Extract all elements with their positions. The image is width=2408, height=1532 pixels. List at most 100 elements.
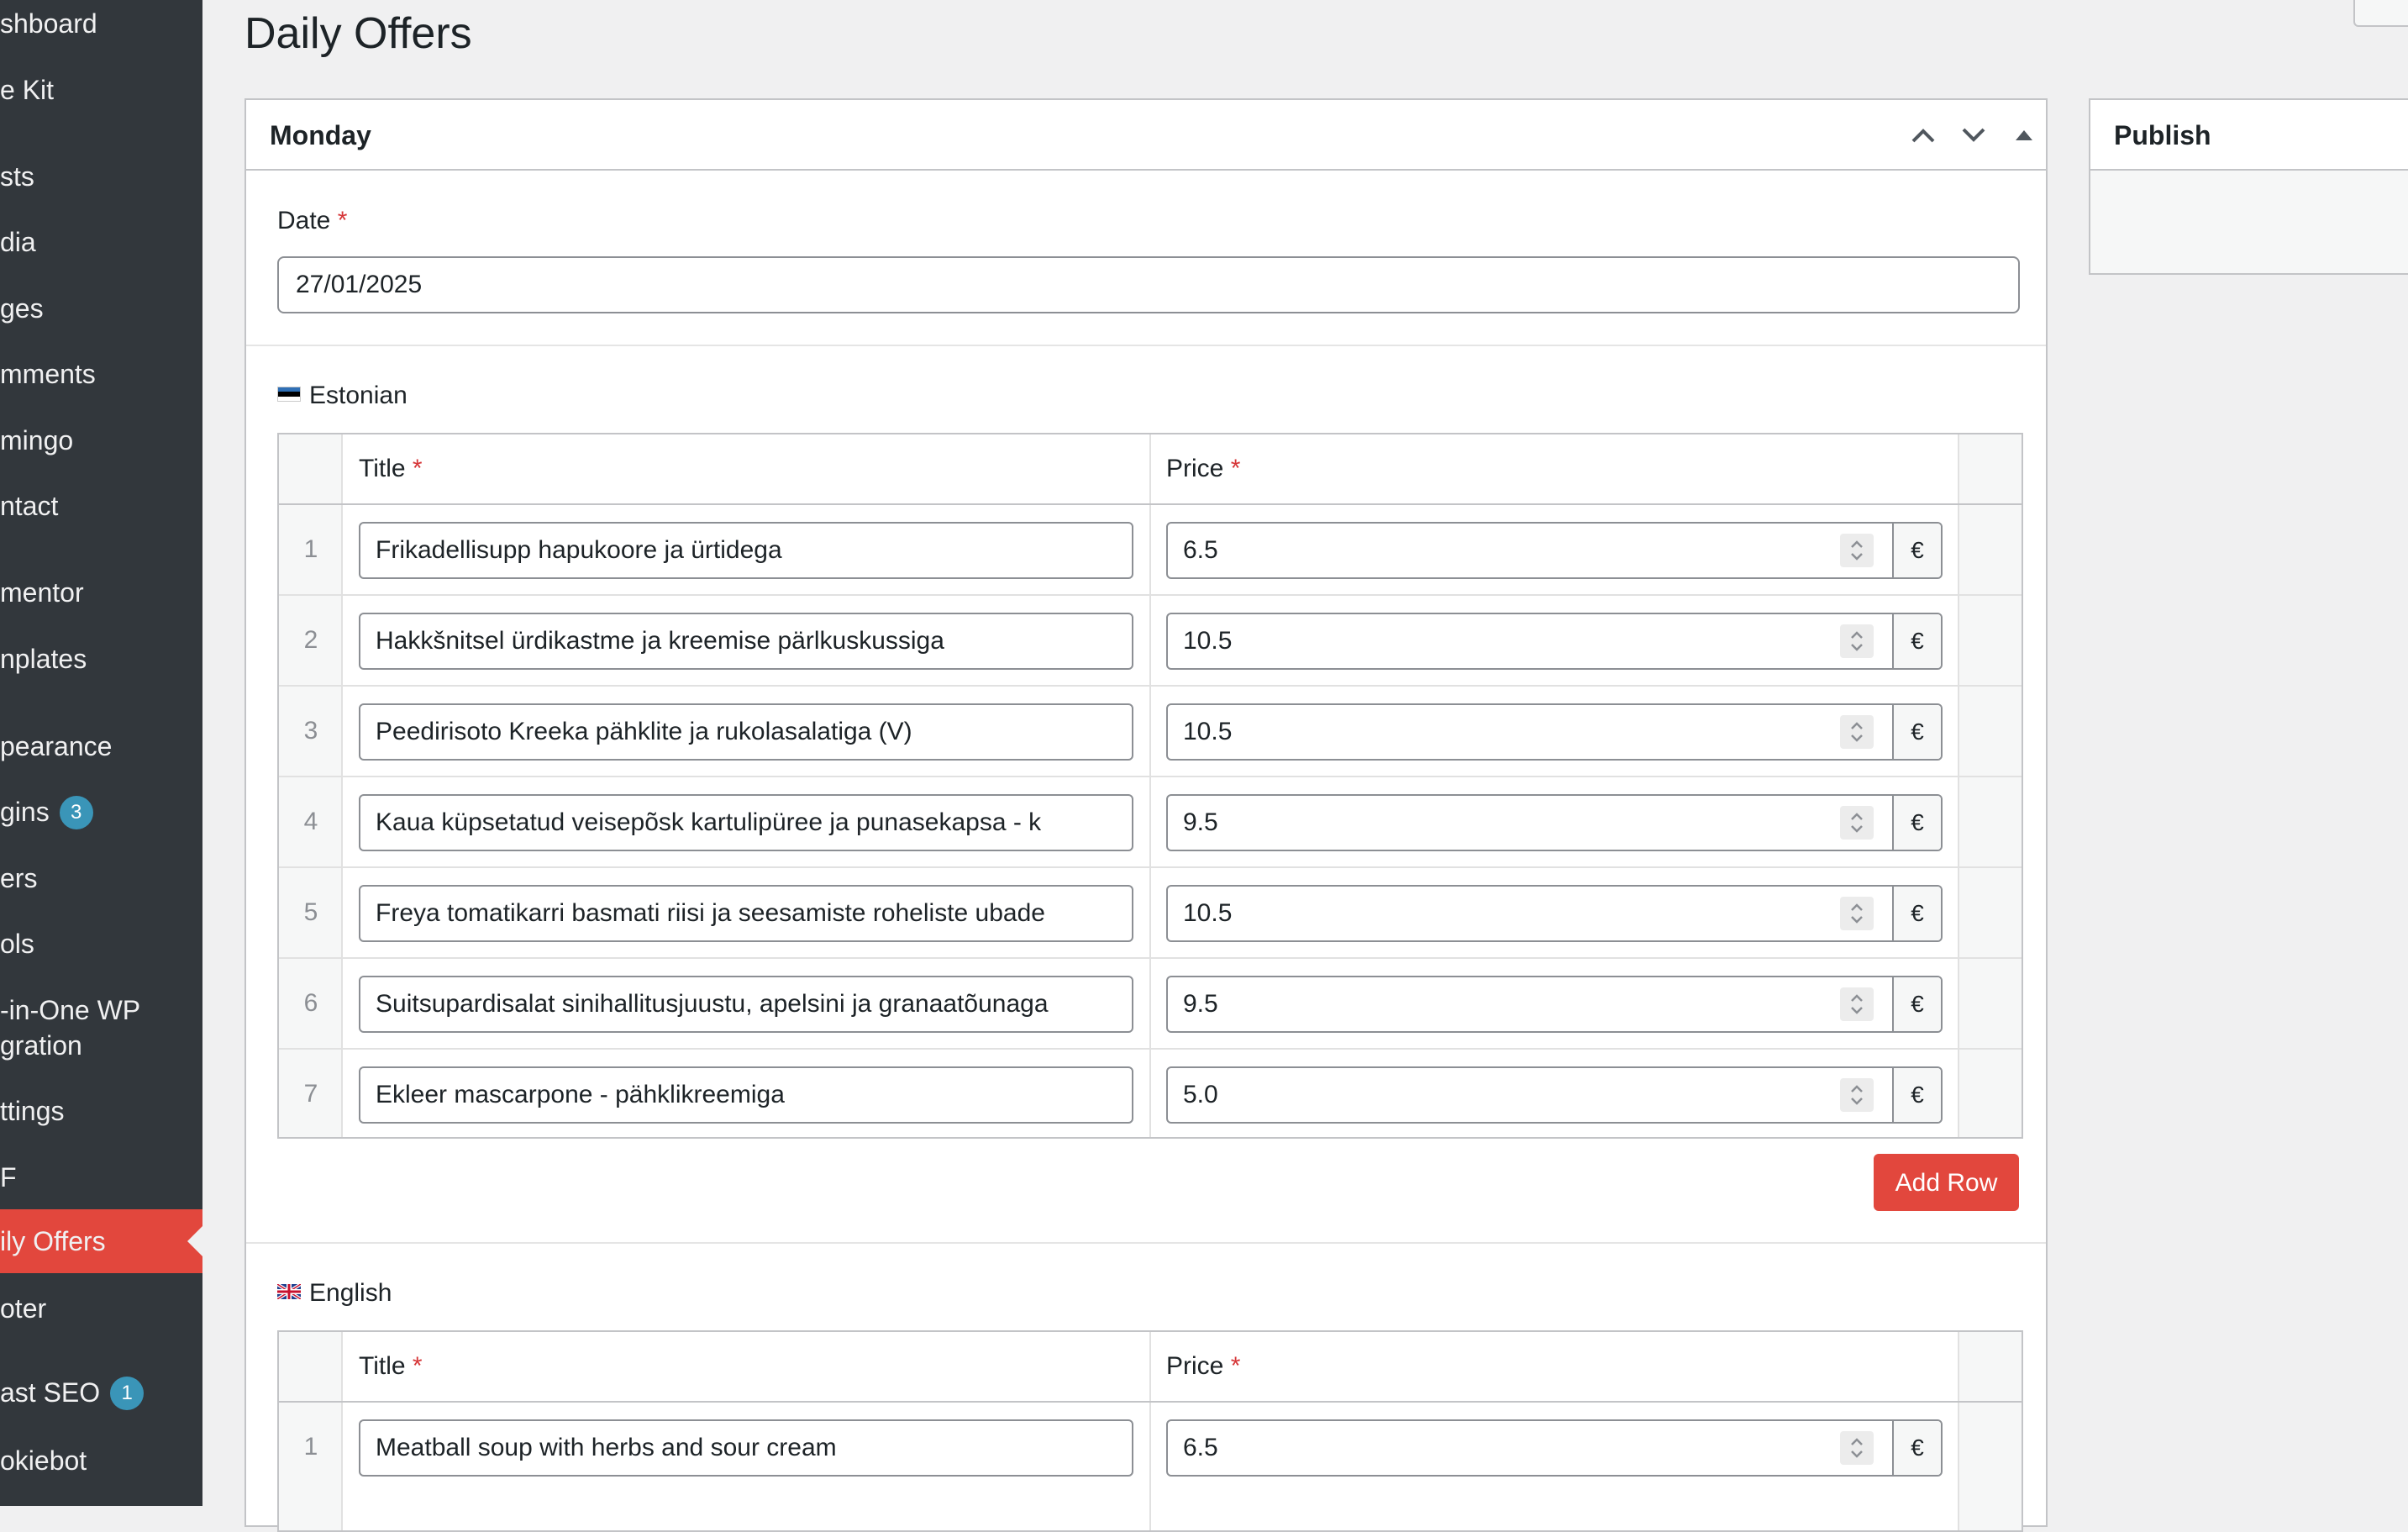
number-spinner-icon[interactable] (1840, 1431, 1874, 1465)
sidebar-item-users[interactable]: ers (0, 861, 202, 895)
offer-price-input[interactable] (1168, 1068, 1904, 1122)
sidebar-item-settings[interactable]: ttings (0, 1094, 202, 1128)
publish-header: Publish (2090, 100, 2408, 171)
offer-price-input[interactable] (1168, 1421, 1904, 1475)
sidebar-item-cookiebot[interactable]: okiebot (0, 1444, 202, 1477)
sidebar-item-all-in-one-wp-migration[interactable]: -in-One WP gration (0, 992, 202, 1063)
offer-title-input[interactable] (359, 1419, 1133, 1477)
screen-options-button[interactable] (2353, 0, 2408, 27)
table-header: Title * Price * (279, 434, 2022, 505)
number-spinner-icon[interactable] (1840, 715, 1874, 749)
row-number: 1 (303, 1433, 318, 1461)
offer-price-input[interactable] (1168, 705, 1904, 759)
offer-price-field: € (1166, 1419, 1943, 1477)
offer-price-input[interactable] (1168, 977, 1904, 1031)
sidebar-item-appearance[interactable]: pearance (0, 729, 202, 763)
date-field-label: Date * (277, 206, 347, 236)
sidebar-item-kit[interactable]: e Kit (0, 73, 202, 107)
offer-title-input[interactable] (359, 522, 1133, 579)
sidebar-item-contact[interactable]: ntact (0, 489, 202, 523)
sidebar-item-label: ers (0, 863, 38, 893)
row-number: 4 (303, 808, 318, 835)
sidebar-item-daily-offers[interactable]: ily Offers (0, 1209, 202, 1273)
offer-title-input[interactable] (359, 613, 1133, 670)
move-up-icon[interactable] (1905, 117, 1942, 154)
publish-title: Publish (2114, 120, 2211, 150)
sidebar-item-label: ast SEO (0, 1377, 101, 1408)
sidebar-item-pages[interactable]: ges (0, 292, 202, 325)
metabox-title: Monday (270, 120, 371, 150)
add-row-button[interactable]: Add Row (1874, 1154, 2019, 1211)
sidebar-item-templates[interactable]: nplates (0, 642, 202, 676)
offer-title-input[interactable] (359, 703, 1133, 761)
uk-flag-icon (277, 1284, 301, 1300)
offer-title-input[interactable] (359, 885, 1133, 942)
estonian-flag-icon (277, 387, 301, 403)
number-spinner-icon[interactable] (1840, 897, 1874, 930)
row-number: 5 (303, 898, 318, 926)
collapse-toggle-icon[interactable] (2006, 117, 2043, 154)
offer-price-input[interactable] (1168, 887, 1904, 940)
number-spinner-icon[interactable] (1840, 987, 1874, 1021)
currency-suffix: € (1892, 524, 1941, 577)
offer-price-field: € (1166, 613, 1943, 670)
offer-price-input[interactable] (1168, 796, 1904, 850)
table-row: 2 € (279, 596, 2022, 687)
offer-price-input[interactable] (1168, 524, 1904, 577)
sidebar-item-tools[interactable]: ols (0, 927, 202, 961)
sidebar-item-label: mentor (0, 577, 84, 608)
currency-suffix: € (1892, 1421, 1941, 1475)
table-row: 7 € (279, 1050, 2022, 1139)
english-label-text: English (309, 1279, 392, 1307)
header-price-text: Price (1166, 1352, 1224, 1380)
publish-body (2090, 171, 2408, 273)
sidebar-item-label: ttings (0, 1096, 65, 1126)
sidebar-item-label: mments (0, 359, 96, 389)
sidebar-item-label: mingo (0, 425, 74, 455)
date-input[interactable] (277, 256, 2020, 313)
table-header: Title * Price * (279, 1332, 2022, 1403)
offer-title-input[interactable] (359, 794, 1133, 851)
offer-price-field: € (1166, 976, 1943, 1033)
estonian-offers-table: Title * Price * 1 € 2 € 3 (277, 433, 2023, 1139)
sidebar-item-dashboard[interactable]: shboard (0, 7, 202, 40)
row-number: 7 (303, 1080, 318, 1108)
move-down-icon[interactable] (1955, 117, 1992, 154)
sidebar-item-acf[interactable]: F (0, 1161, 202, 1194)
column-header-title: Title * (359, 434, 423, 503)
sidebar-item-label: ges (0, 293, 44, 324)
sidebar-item-label: pearance (0, 731, 113, 761)
row-number: 3 (303, 717, 318, 745)
currency-suffix: € (1892, 1068, 1941, 1122)
currency-suffix: € (1892, 705, 1941, 759)
number-spinner-icon[interactable] (1840, 1078, 1874, 1112)
offer-price-field: € (1166, 703, 1943, 761)
english-section-label: English (277, 1278, 392, 1308)
currency-suffix: € (1892, 977, 1941, 1031)
table-row: 1 € (279, 1403, 2022, 1492)
sidebar-item-flamingo[interactable]: mingo (0, 424, 202, 457)
offer-title-input[interactable] (359, 1066, 1133, 1124)
publish-metabox: Publish (2089, 98, 2408, 275)
sidebar-item-label: ily Offers (0, 1226, 106, 1256)
section-divider (246, 1242, 2046, 1244)
sidebar-item-elementor[interactable]: mentor (0, 576, 202, 609)
sidebar-item-label: sts (0, 161, 34, 192)
plugins-update-badge: 3 (59, 795, 93, 829)
sidebar-item-plugins[interactable]: gins 3 (0, 795, 202, 832)
offer-title-input[interactable] (359, 976, 1133, 1033)
sidebar-item-yoast-seo[interactable]: ast SEO 1 (0, 1376, 202, 1413)
number-spinner-icon[interactable] (1840, 534, 1874, 567)
column-header-title: Title * (359, 1332, 423, 1401)
sidebar-item-comments[interactable]: mments (0, 357, 202, 391)
offer-price-field: € (1166, 885, 1943, 942)
offer-price-input[interactable] (1168, 614, 1904, 668)
sidebar-item-footer[interactable]: oter (0, 1292, 202, 1325)
table-row: 5 € (279, 868, 2022, 959)
monday-metabox: Monday Date * Estonian Title * Price * 1 (244, 98, 2048, 1532)
sidebar-item-media[interactable]: dia (0, 225, 202, 259)
number-spinner-icon[interactable] (1840, 806, 1874, 840)
number-spinner-icon[interactable] (1840, 624, 1874, 658)
sidebar-item-posts[interactable]: sts (0, 160, 202, 193)
sidebar-item-label: -in-One WP gration (0, 995, 141, 1061)
